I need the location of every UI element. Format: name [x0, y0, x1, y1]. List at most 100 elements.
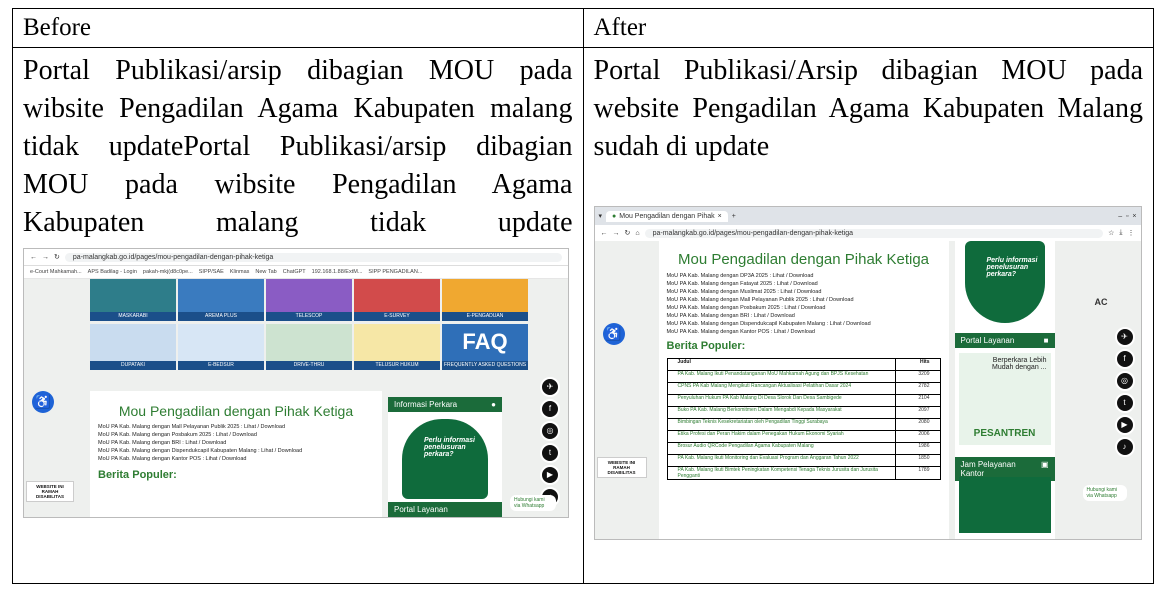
after-screenshot: ▾ ● Mou Pengadilan dengan Pihak × + – ▫ × … [593, 206, 1142, 540]
download-icon[interactable]: ⤓ [1119, 229, 1122, 237]
before-text: Portal Publikasi/arsip dibagian MOU pada… [23, 55, 573, 238]
faq-label: FAQ [462, 329, 508, 354]
star-icon[interactable]: ☆ [1108, 229, 1114, 237]
bookmark-3[interactable]: pakah-mkj(d8c0pe... [143, 269, 193, 275]
tile-6[interactable]: DUPATAKI [90, 324, 176, 370]
before-item-5[interactable]: MoU PA Kab. Malang dengan Kantor POS : L… [98, 455, 374, 463]
table-row: PA Kab. Malang Ikuti Bimtek Peningkatan … [666, 466, 941, 480]
after-item-6[interactable]: MoU PA Kab. Malang dengan BRI : Lihat / … [667, 312, 941, 320]
social-icon-3[interactable]: ◎ [1114, 371, 1135, 391]
social-icon-4[interactable]: t [1114, 393, 1135, 413]
forward-icon[interactable]: → [42, 254, 49, 261]
table-row: PA Kab. Malang Ikuti Monitoring dan Eval… [666, 454, 941, 467]
after-item-2[interactable]: MoU PA Kab. Malang dengan Fatayat 2025 :… [667, 280, 941, 288]
bookmark-7[interactable]: ChatGPT [283, 269, 306, 275]
accessibility-icon[interactable]: ♿ [602, 323, 625, 345]
tab-close-icon: × [717, 212, 722, 220]
before-main-card: Mou Pengadilan dengan Pihak Ketiga MoU P… [90, 391, 382, 517]
social-icon-2[interactable]: f [1114, 349, 1135, 369]
after-page-title: Mou Pengadilan dengan Pihak Ketiga [677, 251, 930, 268]
window-controls[interactable]: – ▫ × [1118, 213, 1136, 220]
tile-7[interactable]: E-BEDSUR [178, 324, 264, 370]
after-text: Portal Publikasi/Arsip dibagian MOU pada… [593, 55, 1144, 162]
new-tab-icon[interactable]: + [732, 213, 736, 220]
tile-4[interactable]: E-SURVEY [354, 279, 440, 321]
social-icon-2[interactable]: f [540, 399, 560, 419]
after-page: Mou Pengadilan dengan Pihak Ketiga MoU P… [594, 241, 1141, 539]
bookmark-bar: e-Court Mahkamah... APS Badilag - Login … [24, 266, 568, 279]
favicon-icon: ● [612, 212, 617, 220]
whatsapp-button[interactable]: Hubungi kami via Whatsapp [510, 495, 556, 511]
bookmark-9[interactable]: SIPP PENGADILAN... [368, 269, 422, 275]
tile-faq[interactable]: FAQ FREQUENTLY ASKED QUESTIONS [442, 324, 528, 370]
before-item-4[interactable]: MoU PA Kab. Malang dengan Dispendukcapil… [98, 447, 374, 455]
bookmark-6[interactable]: New Tab [255, 269, 276, 275]
bookmark-4[interactable]: SIPP/SAE [199, 269, 224, 275]
menu-icon[interactable]: ⋮ [1128, 229, 1135, 237]
url-field[interactable]: pa-malangkab.go.id/pages/mou-pengadilan-… [64, 252, 562, 262]
promo-box[interactable]: Perlu informasi penelusuran perkara? [402, 419, 488, 499]
forward-icon[interactable]: → [613, 230, 620, 237]
after-item-5[interactable]: MoU PA Kab. Malang dengan Posbakum 2025 … [667, 304, 941, 312]
table-row: PA Kab. Malang Ikuti Penandatanganan MoU… [666, 370, 941, 383]
url-field[interactable]: pa-malangkab.go.id/pages/mou-pengadilan-… [644, 228, 1104, 238]
back-icon[interactable]: ← [30, 254, 37, 261]
social-icon-4[interactable]: t [540, 443, 560, 463]
table-row: CPNS PA Kab Malang Mengikuti Rancangan A… [666, 382, 941, 395]
browser-tab[interactable]: ● Mou Pengadilan dengan Pihak × [606, 210, 728, 222]
tile-9[interactable]: TELUSUR HUKUM [354, 324, 440, 370]
before-page-title: Mou Pengadilan dengan Pihak Ketiga [118, 403, 354, 419]
reload-icon[interactable]: ↻ [54, 253, 60, 261]
bookmark-1[interactable]: e-Court Mahkamah... [30, 269, 82, 275]
social-icon-6[interactable]: ♪ [1114, 437, 1135, 457]
address-bar: ← → ↻ pa-malangkab.go.id/pages/mou-penga… [24, 249, 568, 266]
home-icon[interactable]: ⌂ [635, 230, 639, 237]
after-item-8[interactable]: MoU PA Kab. Malang dengan Kantor POS : L… [667, 328, 941, 336]
after-item-3[interactable]: MoU PA Kab. Malang dengan Muslimat 2025 … [667, 288, 941, 296]
portal-bar: Portal Layanan ■ [954, 333, 1055, 348]
after-berita: Berita Populer: [666, 340, 746, 352]
before-cell: Portal Publikasi/arsip dibagian MOU pada… [12, 47, 584, 584]
bookmark-5[interactable]: Klinmas [230, 269, 250, 275]
portal-bar: Portal Layanan [388, 502, 502, 517]
reload-icon[interactable]: ↻ [625, 229, 631, 237]
portal-banner[interactable]: Berperkara Lebih Mudah dengan ... PESANT… [958, 353, 1051, 445]
social-icon-1[interactable]: ✈ [1114, 327, 1135, 347]
promo-box[interactable]: Perlu informasi penelusuran perkara? [964, 241, 1045, 323]
after-item-1[interactable]: MoU PA Kab. Malang dengan DP3A 2025 : Li… [667, 272, 941, 280]
jam-banner [958, 477, 1051, 533]
disability-badge: WEBSITE INI RAMAH DISABILITAS [26, 481, 74, 502]
social-icon-1[interactable]: ✈ [540, 377, 560, 397]
tab-menu-icon[interactable]: ▾ [599, 212, 603, 220]
tile-8[interactable]: DRIVE-THRU [266, 324, 352, 370]
before-item-1[interactable]: MoU PA Kab. Malang dengan Mall Pelayanan… [98, 423, 374, 431]
tile-3[interactable]: TELESCOP [266, 279, 352, 321]
bookmark-icon: ■ [1043, 336, 1049, 345]
tile-1[interactable]: MASKARABI [90, 279, 176, 321]
tab-strip: ▾ ● Mou Pengadilan dengan Pihak × + – ▫ × [594, 207, 1141, 225]
ace-logo: AC [1094, 297, 1108, 307]
whatsapp-button[interactable]: Hubungi kami via Whatsapp [1082, 485, 1127, 501]
tile-5[interactable]: E-PENGADUAN [442, 279, 528, 321]
accessibility-icon[interactable]: ♿ [32, 391, 54, 413]
after-item-7[interactable]: MoU PA Kab. Malang dengan Dispendukcapil… [667, 320, 941, 328]
social-icon-5[interactable]: ▶ [1114, 415, 1135, 435]
tile-2[interactable]: AREMA PLUS [178, 279, 264, 321]
bookmark-8[interactable]: 192.168.1.88/ExtM... [312, 269, 363, 275]
col-hits: Hits [894, 358, 941, 371]
bookmark-2[interactable]: APS Badilag - Login [88, 269, 137, 275]
before-header: Before [12, 8, 584, 48]
disability-badge: WEBSITE INI RAMAH DISABILITAS [596, 457, 647, 478]
before-item-3[interactable]: MoU PA Kab. Malang dengan BRI : Lihat / … [98, 439, 374, 447]
after-item-4[interactable]: MoU PA Kab. Malang dengan Mall Pelayanan… [667, 296, 941, 304]
after-sidebar: Perlu informasi penelusuran perkara? Por… [954, 241, 1055, 539]
col-judul: Judul [666, 358, 896, 371]
after-cell: Portal Publikasi/Arsip dibagian MOU pada… [582, 47, 1154, 584]
back-icon[interactable]: ← [601, 230, 608, 237]
before-item-2[interactable]: MoU PA Kab. Malang dengan Posbakum 2025 … [98, 431, 374, 439]
social-icon-5[interactable]: ▶ [540, 465, 560, 485]
social-icon-3[interactable]: ◎ [540, 421, 560, 441]
address-bar: ← → ↻ ⌂ pa-malangkab.go.id/pages/mou-pen… [594, 225, 1141, 242]
info-perkara-bar: Informasi Perkara ● [388, 397, 502, 412]
before-berita: Berita Populer: [98, 469, 177, 481]
